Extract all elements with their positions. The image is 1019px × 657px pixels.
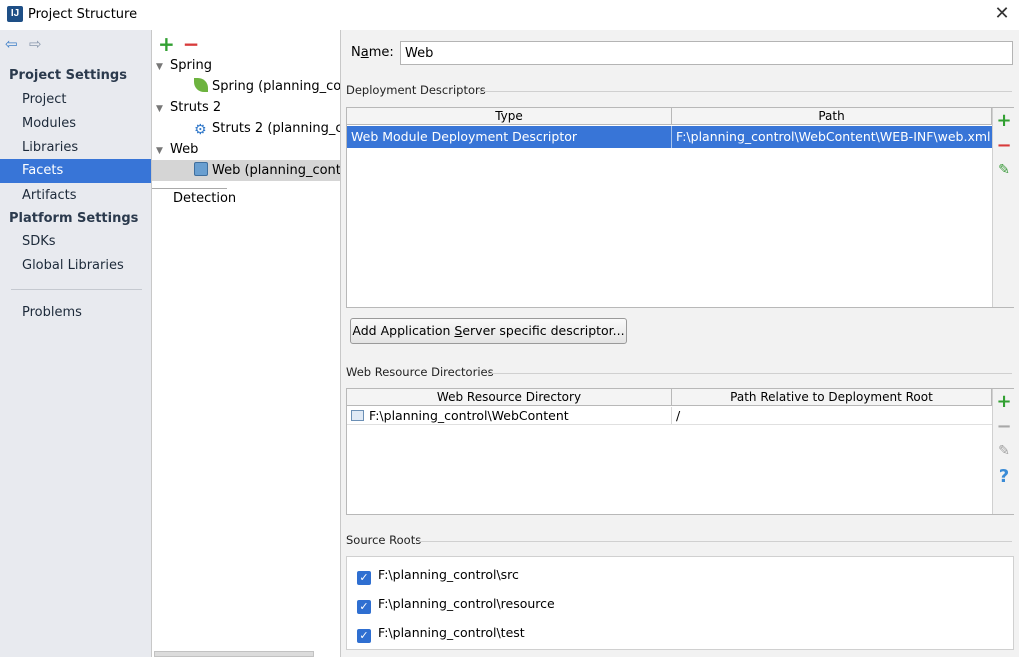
folder-icon: [351, 410, 364, 421]
expand-arrow-icon[interactable]: ▼: [156, 141, 170, 162]
facet-detail-panel: Name: Deployment Descriptors Type Path W…: [341, 30, 1019, 657]
expand-arrow-icon[interactable]: ▼: [156, 57, 170, 78]
facet-tree: +− ▼Spring Spring (planning_control) ▼St…: [152, 30, 341, 657]
gear-icon: ⚙: [194, 122, 207, 138]
source-root-item[interactable]: ✓ F:\planning_control\resource: [357, 594, 555, 614]
checkbox-checked-icon[interactable]: ✓: [357, 571, 371, 585]
cell-type: Web Module Deployment Descriptor: [347, 126, 672, 148]
facet-toolbar: + −: [158, 32, 200, 56]
web-facet-icon: [194, 162, 208, 176]
source-roots-title: Source Roots: [346, 533, 422, 547]
table-header: Type Path: [347, 108, 992, 125]
table-row[interactable]: F:\planning_control\WebContent /: [347, 407, 992, 425]
window-title: Project Structure: [28, 7, 138, 22]
column-header-type[interactable]: Type: [347, 108, 672, 124]
section-divider: [487, 373, 1012, 374]
tree-leaf-web[interactable]: Web (planning_control): [152, 160, 340, 181]
sidebar-item-libraries[interactable]: Libraries: [0, 136, 151, 160]
deployment-descriptors-table: Type Path Web Module Deployment Descript…: [346, 107, 1014, 308]
horizontal-scrollbar[interactable]: [154, 651, 314, 657]
name-input[interactable]: [400, 41, 1013, 65]
expand-arrow-icon[interactable]: ▼: [156, 99, 170, 120]
project-settings-header: Project Settings: [9, 68, 127, 83]
name-label: Name:: [351, 45, 394, 60]
intellij-icon: IJ: [7, 6, 23, 22]
table-row[interactable]: Web Module Deployment Descriptor F:\plan…: [347, 126, 992, 148]
table-header: Web Resource Directory Path Relative to …: [347, 389, 992, 406]
add-facet-icon[interactable]: +: [158, 32, 175, 56]
cell-directory: F:\planning_control\WebContent: [347, 407, 672, 424]
column-header-path[interactable]: Path: [672, 108, 992, 124]
remove-icon[interactable]: −: [993, 414, 1015, 439]
section-divider: [478, 91, 1012, 92]
tree-node-web[interactable]: ▼ Web: [156, 139, 198, 160]
tree-node-spring[interactable]: ▼ Spring: [156, 55, 212, 76]
source-root-item[interactable]: ✓ F:\planning_control\src: [357, 565, 519, 585]
cell-path: F:\planning_control\WebContent\WEB-INF\w…: [676, 129, 991, 144]
column-header-directory[interactable]: Web Resource Directory: [347, 389, 672, 405]
tree-leaf-spring[interactable]: Spring (planning_control): [152, 76, 340, 97]
tree-node-struts2[interactable]: ▼ Struts 2: [156, 97, 221, 118]
checkbox-checked-icon[interactable]: ✓: [357, 600, 371, 614]
remove-icon[interactable]: −: [993, 133, 1015, 158]
cell-relative-path: /: [676, 408, 681, 423]
edit-icon[interactable]: ✎: [993, 439, 1015, 464]
web-resource-toolbar: + − ✎ ?: [992, 389, 1014, 514]
sidebar-item-artifacts[interactable]: Artifacts: [0, 184, 151, 208]
close-icon[interactable]: ✕: [991, 3, 1013, 25]
column-header-relative-path[interactable]: Path Relative to Deployment Root: [672, 389, 992, 405]
platform-settings-header: Platform Settings: [9, 211, 139, 226]
tree-leaf-struts2[interactable]: ⚙Struts 2 (planning_control): [152, 118, 340, 139]
add-icon[interactable]: +: [993, 389, 1015, 414]
sidebar-item-sdks[interactable]: SDKs: [0, 230, 151, 254]
sidebar-item-global-libraries[interactable]: Global Libraries: [0, 254, 151, 278]
descriptor-toolbar: + − ✎: [992, 108, 1014, 307]
sidebar-divider: [11, 289, 142, 290]
settings-sidebar: ⇦ ⇨ Project Settings Project Modules Libr…: [0, 30, 152, 657]
sidebar-item-facets[interactable]: Facets: [0, 159, 151, 183]
deployment-descriptors-title: Deployment Descriptors: [346, 83, 486, 97]
sidebar-item-modules[interactable]: Modules: [0, 112, 151, 136]
checkbox-checked-icon[interactable]: ✓: [357, 629, 371, 643]
remove-facet-icon[interactable]: −: [183, 32, 200, 56]
section-divider: [419, 541, 1012, 542]
title-bar: IJ Project Structure ✕: [0, 0, 1019, 30]
help-icon[interactable]: ?: [993, 464, 1015, 489]
source-roots-list: ✓ F:\planning_control\src ✓ F:\planning_co…: [346, 556, 1014, 650]
back-arrow-icon[interactable]: ⇦: [5, 36, 23, 52]
add-icon[interactable]: +: [993, 108, 1015, 133]
web-resource-directories-title: Web Resource Directories: [346, 365, 494, 379]
web-resource-table: Web Resource Directory Path Relative to …: [346, 388, 1014, 515]
spring-leaf-icon: [194, 78, 208, 92]
nav-arrows: ⇦ ⇨: [5, 36, 53, 54]
tree-tab-detection[interactable]: Detection: [152, 188, 236, 208]
sidebar-item-problems[interactable]: Problems: [0, 301, 151, 325]
source-root-item[interactable]: ✓ F:\planning_control\test: [357, 623, 525, 643]
forward-arrow-icon[interactable]: ⇨: [29, 36, 47, 52]
sidebar-item-project[interactable]: Project: [0, 88, 151, 112]
add-server-descriptor-button[interactable]: Add Application Server specific descript…: [350, 318, 627, 344]
edit-icon[interactable]: ✎: [993, 158, 1015, 183]
